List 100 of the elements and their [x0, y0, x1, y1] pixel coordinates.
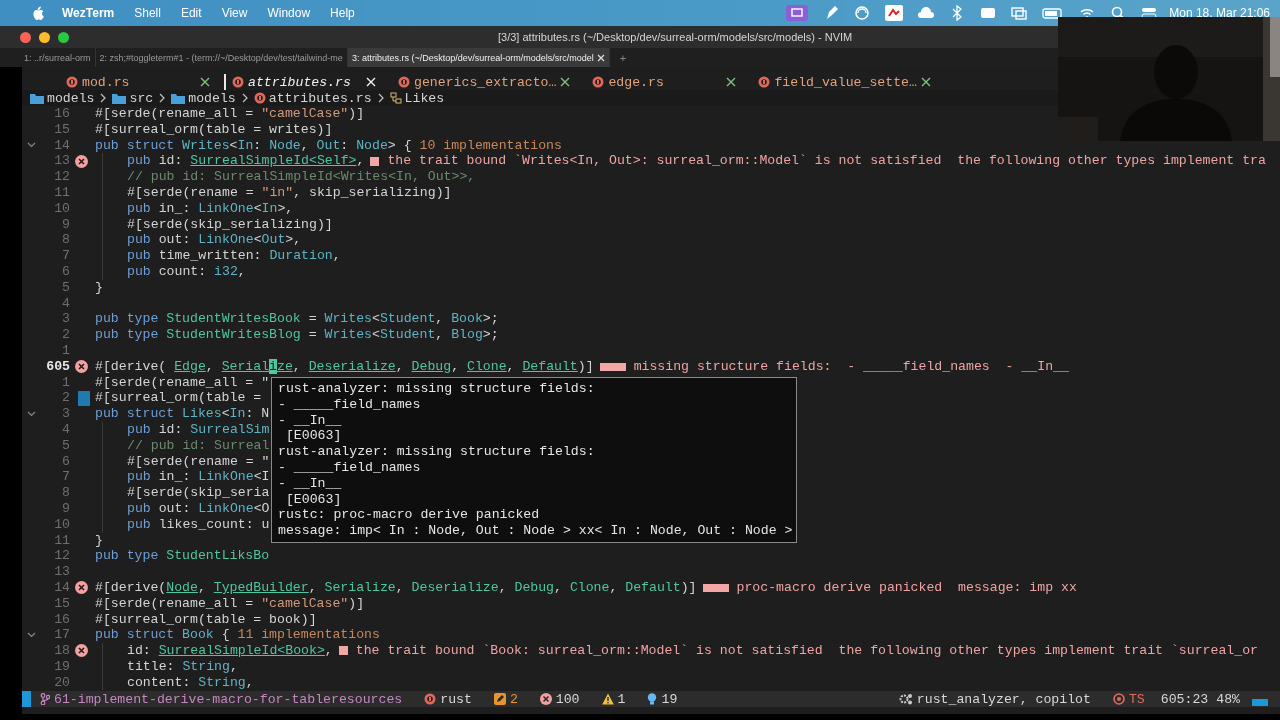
code-line: #[derive(Node, TypedBuilder, Serialize, Deserialize, Debug, Clone, Default)]: [95, 579, 697, 596]
line-number: 6: [61, 263, 70, 280]
code-line: #[derive( Edge, Serialize, Deserialize, Debug, Clone, Default)]: [95, 358, 594, 375]
line-number: 7: [61, 248, 70, 264]
line-number: 1: [61, 342, 70, 359]
app-icon[interactable]: [885, 5, 904, 21]
terminal-tab[interactable]: 3: attributes.rs (~/Desktop/dev/surreal-orm/models/src/model: [347, 48, 610, 67]
rust-icon: [758, 76, 771, 88]
code-line: #[serde(skip_serializing)]: [127, 216, 333, 233]
cloud-icon[interactable]: [918, 5, 935, 21]
clock: Mon 18. Mar 21:06: [1169, 6, 1270, 20]
code-line: pub id: SurrealSim: [127, 421, 270, 438]
line-number: 18: [53, 643, 70, 659]
line-number: 6: [61, 453, 70, 470]
line-number: 10: [53, 200, 70, 217]
scroll-indicator: [1252, 699, 1268, 706]
line-number: 16: [53, 106, 70, 122]
line-number: 19: [53, 658, 70, 675]
error-count: 100: [555, 692, 580, 707]
new-tab-button[interactable]: +: [619, 51, 627, 64]
code-line: pub type StudentWritesBook = Writes<Student, Book>;: [95, 311, 499, 328]
code-line: title: String,: [127, 658, 238, 675]
code-line: pub struct Likes<In: N: [95, 406, 270, 422]
treesitter-status: TS: [1128, 692, 1145, 707]
popup-text: [E0063]: [284, 491, 343, 508]
breadcrumb-item[interactable]: models: [47, 90, 95, 106]
popup-text: - __In__: [278, 475, 343, 492]
gears-icon: [898, 693, 913, 706]
sync-icon[interactable]: [854, 5, 871, 21]
line-number: 20: [53, 674, 70, 691]
keyboard-icon[interactable]: [980, 5, 997, 21]
code-line: pub id: SurrealSimpleId<Self>,: [127, 153, 365, 170]
window-title: [3/3] attributes.rs (~/Desktop/dev/surreal-orm/models/src/models) - NVIM: [498, 31, 853, 43]
popup-text: rustc: proc-macro derive panicked: [278, 507, 541, 524]
line-number: 13: [53, 564, 70, 580]
line-number: 12: [53, 169, 70, 185]
fold-icon[interactable]: [26, 411, 36, 418]
line-number: 17: [53, 627, 70, 644]
fold-icon[interactable]: [26, 632, 36, 639]
diagnostic-text: missing structure fields: - _____field_names - __In__: [633, 358, 1069, 375]
code-line: pub count: i32,: [127, 263, 246, 280]
chevron-icon: [240, 93, 249, 103]
code-line: // pub id: Surreal: [127, 437, 270, 454]
line-number: 9: [61, 216, 70, 233]
buffer-tab[interactable]: field_value_sette…: [750, 74, 945, 90]
diagnostic-text: proc-macro derive panicked message: imp xx: [736, 579, 1077, 596]
tab-label: 2: zsh;#toggleterm#1 - (term://~/Desktop/dev/test/tailwind-me: [99, 52, 343, 63]
code-line: #[serde(rename_all = ": [95, 374, 270, 391]
line-number: 8: [61, 232, 70, 249]
windows-icon[interactable]: [1011, 5, 1028, 21]
tab-label: 1: ..r/surreal-orm: [24, 52, 91, 63]
code-line: pub in_: LinkOne<I: [127, 469, 270, 486]
code-line: #[surreal_orm(table = book)]: [95, 611, 317, 628]
line-number: 7: [61, 469, 70, 486]
buffer-tab[interactable]: edge.rs: [584, 74, 751, 90]
diagnostic-text: the trait bound `Writes<In, Out>: surreal_orm::Model` is not satisfied the following other types implement tra: [387, 153, 1266, 170]
code-line: id: SurrealSimpleId<Book>,: [127, 643, 333, 659]
code-line: #[serde(skip_seria: [127, 485, 270, 501]
close-icon[interactable]: [596, 53, 605, 62]
line-number: 2: [61, 390, 70, 407]
mode-indicator: [22, 691, 31, 708]
buffer-tab[interactable]: mod.rs: [58, 74, 224, 90]
code-line: pub time_written: Duration,: [127, 248, 341, 264]
tab-label: attributes.rs: [248, 74, 351, 90]
tab-label: 3: attributes.rs (~/Desktop/dev/surreal-orm/models/src/model: [351, 52, 594, 63]
breadcrumb-item[interactable]: attributes.rs: [268, 90, 372, 106]
rust-icon: [424, 693, 437, 706]
code-line: #[serde(rename_all = "camelCase")]: [95, 106, 365, 122]
code-line: #[surreal_orm(table = writes)]: [95, 121, 333, 138]
code-line: #[surreal_orm(table =: [95, 390, 263, 407]
breadcrumb-item[interactable]: src: [129, 90, 154, 106]
line-number: 5: [61, 437, 70, 454]
close-button[interactable]: [20, 31, 31, 43]
line-number: 15: [53, 595, 70, 612]
buffer-tab[interactable]: generics_extracto…: [390, 74, 585, 90]
code-line: pub out: LinkOne<O: [127, 500, 270, 517]
git-branch: 61-implement-derive-macro-for-tableresources: [54, 692, 403, 707]
line-number: 15: [53, 121, 70, 138]
battery-icon[interactable]: [1042, 5, 1065, 21]
line-number: 4: [61, 421, 70, 438]
app-menu[interactable]: WezTerm: [62, 6, 115, 20]
line-number: 12: [53, 548, 70, 565]
lightbulb-icon: [647, 693, 658, 706]
minimize-button[interactable]: [39, 31, 50, 43]
popup-text: - _____field_names: [278, 460, 422, 476]
breadcrumb-item[interactable]: Likes: [404, 90, 445, 106]
code-line: #[serde(rename = "in", skip_serializing)]: [127, 185, 452, 201]
branch-icon: [40, 693, 50, 706]
line-number: 13: [53, 153, 70, 170]
breadcrumb-item[interactable]: models: [188, 90, 236, 106]
line-number: 11: [53, 185, 70, 201]
fold-icon[interactable]: [26, 142, 36, 149]
zoom-button[interactable]: [58, 31, 69, 43]
popup-text: rust-analyzer: missing structure fields:: [278, 381, 596, 397]
line-number: 3: [61, 311, 70, 328]
popup-text: rust-analyzer: missing structure fields:: [278, 444, 596, 460]
tab-label: generics_extracto…: [414, 74, 557, 90]
tab-label: edge.rs: [608, 74, 664, 90]
screen-share-icon[interactable]: [786, 5, 809, 21]
code-line: }: [95, 279, 103, 296]
